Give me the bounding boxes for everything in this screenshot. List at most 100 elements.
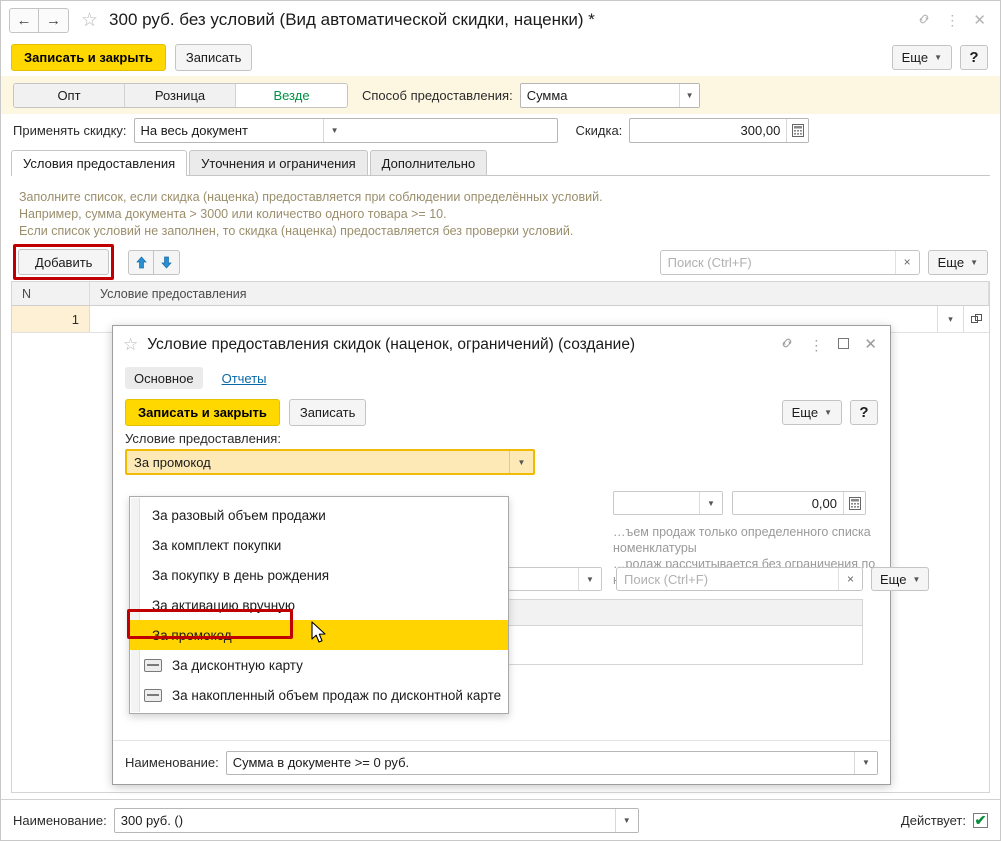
dialog-nav-tabs: Основное Отчеты — [113, 363, 890, 393]
column-header-n: N — [12, 282, 90, 305]
page-title: 300 руб. без условий (Вид автоматической… — [109, 10, 595, 30]
more-menu-button[interactable]: Еще ▼ — [892, 45, 952, 70]
dropdown-item-diskontnaya-karta[interactable]: За дисконтную карту — [130, 650, 508, 680]
close-icon[interactable]: ✕ — [973, 13, 986, 28]
search-clear-icon[interactable]: × — [895, 251, 919, 274]
footer-name-chevron-down-icon[interactable]: ▼ — [615, 809, 638, 832]
card-icon — [144, 659, 162, 672]
tab-usloviya-predostavleniya[interactable]: Условия предоставления — [11, 150, 187, 175]
dialog-more-button[interactable]: Еще ▼ — [782, 400, 842, 425]
amount-field[interactable]: 0,00 — [732, 491, 866, 515]
link-icon[interactable] — [917, 12, 931, 29]
footer-name-input[interactable] — [115, 809, 615, 832]
apply-combobox[interactable]: ▼ — [134, 118, 558, 143]
dropdown-item-label: За комплект покупки — [152, 538, 281, 553]
dialog-save-button[interactable]: Записать — [289, 399, 367, 426]
table-more-button[interactable]: Еще▼ — [928, 250, 988, 275]
method-chevron-down-icon[interactable]: ▼ — [679, 84, 698, 107]
dropdown-item-promokod[interactable]: За промокод — [130, 620, 508, 650]
dropdown-item-label: За промокод — [152, 628, 232, 643]
condition-dropdown-list: За разовый объем продажи За комплект пок… — [129, 496, 509, 714]
add-button[interactable]: Добавить — [18, 249, 109, 275]
dialog-maximize-icon[interactable] — [838, 337, 849, 352]
dropdown-item-den-rozhdeniya[interactable]: За покупку в день рождения — [130, 560, 508, 590]
discount-input[interactable] — [630, 119, 786, 142]
forward-button[interactable]: → — [39, 8, 69, 33]
method-combobox[interactable]: ▼ — [520, 83, 700, 108]
apply-input[interactable] — [135, 119, 323, 142]
dialog-close-icon[interactable]: ✕ — [864, 337, 877, 352]
hidden-combobox-2-chevron-down-icon[interactable]: ▼ — [578, 568, 601, 590]
dialog-search-box[interactable]: × — [616, 567, 863, 591]
scope-option-vezde[interactable]: Везде — [236, 84, 347, 107]
dropdown-item-komplekt-pokupki[interactable]: За комплект покупки — [130, 530, 508, 560]
dropdown-item-label: За дисконтную карту — [172, 658, 303, 673]
search-input[interactable] — [661, 251, 895, 274]
apply-chevron-down-icon[interactable]: ▼ — [323, 119, 346, 142]
more-label: Еще — [902, 50, 928, 65]
apply-discount-row: Применять скидку: ▼ Скидка: — [1, 114, 1000, 147]
amount-calculator-icon[interactable] — [843, 492, 865, 514]
dialog-link-icon[interactable] — [780, 336, 794, 353]
active-label: Действует: — [901, 813, 966, 828]
calculator-icon[interactable] — [786, 119, 808, 142]
dialog-name-chevron-down-icon[interactable]: ▼ — [854, 752, 877, 774]
dialog-tab-otchety[interactable]: Отчеты — [213, 367, 276, 389]
condition-combobox[interactable]: За промокод ▼ — [125, 449, 535, 475]
dialog-save-and-close-button[interactable]: Записать и закрыть — [125, 399, 280, 426]
dialog-more-menu-icon[interactable]: ⋮ — [809, 338, 823, 352]
row-open-icon[interactable] — [963, 306, 989, 332]
hidden-combobox-1-chevron-down-icon[interactable]: ▼ — [699, 492, 722, 514]
scope-option-roznica[interactable]: Розница — [125, 84, 236, 107]
dialog-tab-osnovnoe[interactable]: Основное — [125, 367, 203, 389]
dropdown-item-aktivaciya-vruchnuyu[interactable]: За активацию вручную — [130, 590, 508, 620]
scope-option-opt[interactable]: Опт — [14, 84, 125, 107]
condition-field-label: Условие предоставления: — [125, 431, 878, 446]
dialog-search-clear-icon[interactable]: × — [838, 568, 862, 590]
search-box[interactable]: × — [660, 250, 920, 275]
active-checkbox[interactable]: ✔ — [973, 813, 988, 828]
move-down-icon[interactable] — [154, 250, 180, 275]
dropdown-item-label: За накопленный объем продаж по дисконтно… — [172, 688, 501, 703]
row-chevron-down-icon[interactable]: ▾ — [937, 306, 963, 332]
save-button[interactable]: Записать — [175, 44, 253, 71]
method-input[interactable] — [521, 84, 680, 107]
more-menu-icon[interactable]: ⋮ — [945, 13, 959, 27]
hidden-combobox-2[interactable]: ▼ — [497, 567, 602, 591]
footer-name-label: Наименование: — [13, 813, 107, 828]
dialog-table-more-button[interactable]: Еще▼ — [871, 567, 929, 591]
favorite-star-icon[interactable]: ☆ — [81, 9, 98, 32]
note-line-1: …ъем продаж только определенного списка … — [613, 524, 883, 556]
dropdown-item-razovyj-obem[interactable]: За разовый объем продажи — [130, 500, 508, 530]
move-up-icon[interactable] — [128, 250, 154, 275]
chevron-down-icon: ▼ — [934, 53, 942, 62]
chevron-down-icon: ▼ — [824, 408, 832, 417]
help-button[interactable]: ? — [960, 45, 988, 70]
hint-line-1: Заполните список, если скидка (наценка) … — [19, 189, 969, 206]
condition-chevron-down-icon[interactable]: ▼ — [509, 451, 533, 473]
dialog-title: Условие предоставления скидок (наценок, … — [147, 336, 635, 354]
hidden-combobox-1[interactable]: ▼ — [613, 491, 723, 515]
dialog-name-combobox[interactable]: ▼ — [226, 751, 878, 775]
apply-label: Применять скидку: — [13, 123, 127, 138]
dialog-table-more-label: Еще — [880, 572, 906, 587]
dialog-footer: Наименование: ▼ — [113, 740, 890, 784]
discount-field[interactable] — [629, 118, 809, 143]
dropdown-item-nakoplennyj-obem[interactable]: За накопленный объем продаж по дисконтно… — [130, 680, 508, 710]
dialog-more-label: Еще — [792, 405, 818, 420]
dropdown-item-label: За разовый объем продажи — [152, 508, 326, 523]
save-and-close-button[interactable]: Записать и закрыть — [11, 44, 166, 71]
back-arrow-icon: ← — [17, 12, 32, 29]
row-number: 1 — [12, 306, 90, 332]
footer-bar: Наименование: ▼ Действует: ✔ — [1, 799, 1000, 840]
scope-segmented-control: Опт Розница Везде — [13, 83, 348, 108]
tab-utochneniya-i-ogranicheniya[interactable]: Уточнения и ограничения — [189, 150, 368, 175]
dialog-search-input[interactable] — [617, 568, 838, 590]
dropdown-item-label: За активацию вручную — [152, 598, 295, 613]
dialog-name-input[interactable] — [227, 752, 854, 774]
dialog-favorite-star-icon[interactable]: ☆ — [123, 335, 138, 355]
footer-name-combobox[interactable]: ▼ — [114, 808, 639, 833]
tab-dopolnitelno[interactable]: Дополнительно — [370, 150, 488, 175]
back-button[interactable]: ← — [9, 8, 39, 33]
dialog-help-button[interactable]: ? — [850, 400, 878, 425]
